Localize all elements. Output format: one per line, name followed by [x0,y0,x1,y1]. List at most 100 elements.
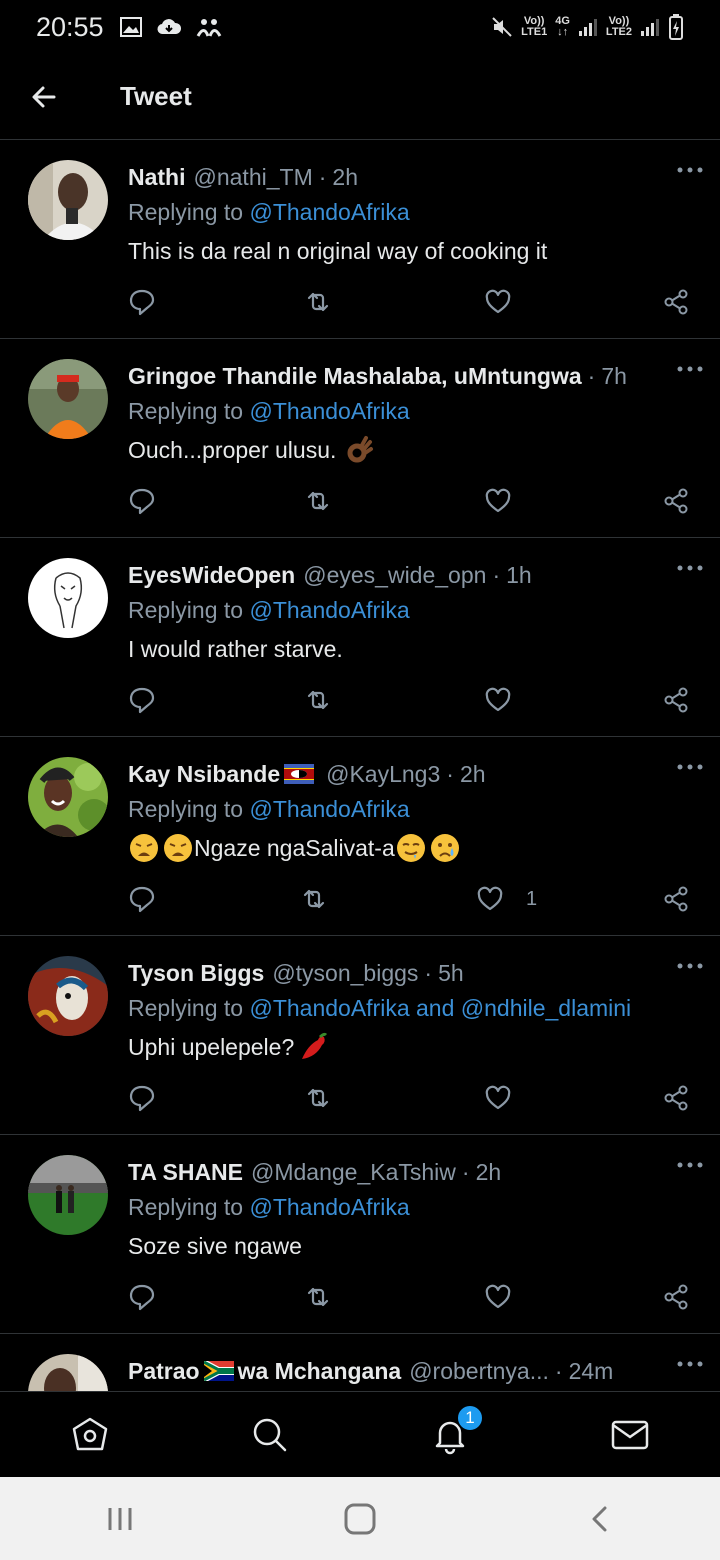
author-handle[interactable]: @robertnya... [409,1358,549,1385]
mention-link[interactable]: @ThandoAfrika and @ndhile_dlamini [249,995,631,1021]
avatar[interactable] [28,558,108,638]
lte1-indicator: Vo)) LTE1 [521,15,548,38]
tweet-actions [128,683,700,717]
nav-messages[interactable] [540,1392,720,1477]
reply-button[interactable] [128,484,156,518]
more-options-button[interactable] [670,954,710,978]
share-button[interactable] [662,1081,690,1115]
retweet-button[interactable] [304,285,332,319]
more-options-button[interactable] [670,1153,710,1177]
recents-button[interactable] [0,1477,240,1560]
avatar[interactable] [28,1155,108,1235]
reply-button[interactable] [128,1081,156,1115]
reply-button[interactable] [128,882,156,916]
retweet-button[interactable] [300,882,328,916]
more-dots-icon [677,167,703,173]
back-system-button[interactable] [480,1477,720,1560]
retweet-button[interactable] [304,1081,332,1115]
avatar[interactable] [28,757,108,837]
reply-tweet[interactable]: Kay Nsibande @KayLng3 · 2h Replying to @… [0,737,720,936]
like-button[interactable] [484,683,534,717]
hot-pepper-emoji-icon [302,1032,328,1059]
reply-tweet[interactable]: TA SHANE @Mdange_KaTshiw · 2h Replying t… [0,1135,720,1334]
back-button[interactable] [0,54,88,140]
author-name[interactable]: Tyson Biggs [128,960,264,987]
status-bar: 20:55 Vo)) LTE1 4G ↓↑ Vo)) LTE2 [0,0,720,54]
nav-home[interactable] [0,1392,180,1477]
like-button[interactable] [484,484,534,518]
signal-icon [641,19,659,36]
like-button[interactable]: 1 [476,882,537,916]
tweet-text: Ouch...proper ulusu. [128,435,700,465]
reply-button[interactable] [128,1280,156,1314]
heart-icon [485,687,511,712]
author-name[interactable]: Kay Nsibande [128,761,280,788]
avatar[interactable] [28,160,108,240]
mention-link[interactable]: @ThandoAfrika [249,796,409,822]
reply-tweet[interactable]: EyesWideOpen @eyes_wide_opn · 1h Replyin… [0,538,720,737]
like-count: 1 [526,887,538,910]
avatar[interactable] [28,359,108,439]
page-title: Tweet [120,81,192,111]
share-button[interactable] [662,484,690,518]
author-name[interactable]: TA SHANE [128,1159,243,1186]
mention-link[interactable]: @ThandoAfrika [249,1194,409,1220]
more-options-button[interactable] [670,357,710,381]
author-handle[interactable]: @KayLng3 [326,761,440,788]
retweet-button[interactable] [304,484,332,518]
like-button[interactable] [484,1081,534,1115]
reply-tweet[interactable]: Gringoe Thandile Mashalaba, uMntungwa · … [0,339,720,538]
home-icon [72,1417,108,1450]
tweet-text: Ngaze ngaSalivat-a [128,833,700,863]
cloud-icon [157,19,181,35]
share-button[interactable] [662,683,690,717]
share-icon [664,488,688,514]
retweet-icon [307,292,329,312]
more-options-button[interactable] [670,1352,710,1376]
share-button[interactable] [662,285,690,319]
tweet-actions [128,484,700,518]
tweet-text: I would rather starve. [128,635,343,662]
more-dots-icon [677,366,703,372]
avatar[interactable] [28,956,108,1036]
author-handle[interactable]: @eyes_wide_opn [303,562,486,589]
reply-tweet[interactable]: Nathi @nathi_TM · 2h Replying to @Thando… [0,140,720,339]
more-options-button[interactable] [670,556,710,580]
like-button[interactable] [484,1280,534,1314]
author-name[interactable]: EyesWideOpen [128,562,295,589]
author-handle[interactable]: @Mdange_KaTshiw [251,1159,456,1186]
author-name[interactable]: Patrao [128,1358,200,1385]
reply-button[interactable] [128,683,156,717]
nav-search[interactable] [180,1392,360,1477]
south-africa-flag-icon [203,1361,234,1381]
author-name[interactable]: Nathi [128,164,186,191]
retweet-button[interactable] [304,1280,332,1314]
more-options-button[interactable] [670,158,710,182]
mention-link[interactable]: @ThandoAfrika [249,597,409,623]
like-button[interactable] [484,285,534,319]
reply-icon [129,1284,155,1311]
tweet-actions [128,285,700,319]
tweet-text: This is da real n original way of cookin… [128,237,548,264]
nav-notifications[interactable]: 1 [360,1392,540,1477]
retweet-button[interactable] [304,683,332,717]
author-handle[interactable]: @nathi_TM [194,164,313,191]
share-button[interactable] [662,1280,690,1314]
reply-tweet[interactable]: Tyson Biggs @tyson_biggs · 5h Replying t… [0,936,720,1135]
mention-link[interactable]: @ThandoAfrika [249,199,409,225]
home-system-button[interactable] [240,1477,480,1560]
more-options-button[interactable] [670,755,710,779]
share-icon [664,886,688,912]
replies-list[interactable]: Nathi @nathi_TM · 2h Replying to @Thando… [0,140,720,1391]
share-button[interactable] [662,882,690,916]
mention-link[interactable]: @ThandoAfrika [249,398,409,424]
author-name[interactable]: Gringoe Thandile Mashalaba, uMntungwa [128,363,582,390]
tweet-actions [128,1081,700,1115]
reply-tweet[interactable]: Patrao wa Mchangana @robertnya... · 24m [0,1334,720,1391]
reply-button[interactable] [128,285,156,319]
author-name-suffix[interactable]: wa Mchangana [238,1358,402,1385]
avatar[interactable] [28,1354,108,1391]
tweet-time: 5h [438,959,464,986]
drooling-face-emoji-icon [396,834,425,862]
author-handle[interactable]: @tyson_biggs [272,960,418,987]
